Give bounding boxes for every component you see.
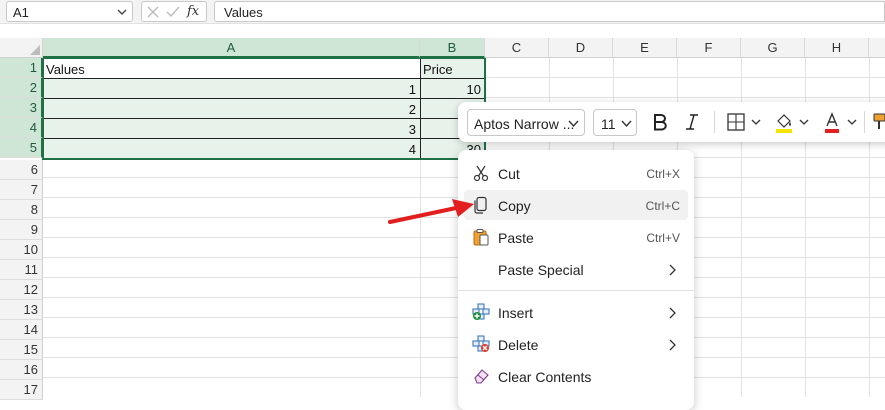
font-name-dropdown[interactable]: Aptos Narrow ... <box>467 109 585 136</box>
font-size-value: 11 <box>601 116 616 132</box>
menu-label: Delete <box>498 337 539 353</box>
menu-label: Cut <box>498 166 520 182</box>
name-box[interactable]: A1 <box>6 1 133 22</box>
menu-item-clear-contents[interactable]: Clear Contents <box>464 361 688 391</box>
row-header-17[interactable]: 17 <box>0 380 43 400</box>
select-all-triangle-icon <box>30 45 40 55</box>
eraser-icon <box>474 369 489 384</box>
row-header-11[interactable]: 11 <box>0 260 43 280</box>
name-box-value: A1 <box>13 5 29 20</box>
menu-label: Clear Contents <box>498 369 592 385</box>
row-header-14[interactable]: 14 <box>0 320 43 340</box>
row-header-7[interactable]: 7 <box>0 180 43 200</box>
chevron-down-icon[interactable] <box>750 110 762 134</box>
chevron-right-icon <box>669 339 676 351</box>
formula-bar: A1 fx Values <box>0 0 885 24</box>
formula-value: Values <box>224 5 263 20</box>
row-header-5[interactable]: 5 <box>0 138 43 158</box>
menu-item-paste-special[interactable]: Paste Special <box>464 254 688 284</box>
selection-border <box>42 57 486 160</box>
menu-shortcut: Ctrl+V <box>646 231 680 245</box>
chevron-down-icon[interactable] <box>798 110 810 134</box>
menu-item-copy[interactable]: Copy Ctrl+C <box>464 190 688 220</box>
italic-icon[interactable] <box>682 110 702 134</box>
menu-shortcut: Ctrl+C <box>645 199 680 213</box>
row-header-9[interactable]: 9 <box>0 220 43 240</box>
menu-label: Insert <box>498 305 534 321</box>
row-header-12[interactable]: 12 <box>0 280 43 300</box>
row-header-16[interactable]: 16 <box>0 360 43 380</box>
row-header-8[interactable]: 8 <box>0 200 43 220</box>
row-header-6[interactable]: 6 <box>0 160 43 180</box>
menu-item-cut[interactable]: Cut Ctrl+X <box>464 158 688 188</box>
context-menu: Cut Ctrl+X Copy Ctrl+C Paste Ctrl+V Past… <box>458 150 694 410</box>
chevron-down-icon[interactable] <box>846 110 858 134</box>
menu-shortcut: Ctrl+X <box>646 167 680 181</box>
column-header-h[interactable]: H <box>805 38 869 58</box>
menu-item-paste[interactable]: Paste Ctrl+V <box>464 222 688 252</box>
column-header-d[interactable]: D <box>549 38 613 58</box>
menu-item-delete[interactable]: Delete <box>464 329 688 359</box>
row-header-10[interactable]: 10 <box>0 240 43 260</box>
annotation-arrow-icon <box>388 199 474 224</box>
insert-function-button[interactable]: fx <box>187 4 199 19</box>
insert-cells-icon <box>472 303 490 320</box>
fill-color-icon[interactable] <box>774 110 794 134</box>
row-header-2[interactable]: 2 <box>0 78 43 98</box>
enter-icon[interactable] <box>166 5 180 19</box>
bold-icon[interactable] <box>650 110 670 134</box>
menu-label: Copy <box>498 198 531 214</box>
formula-buttons: fx <box>141 1 207 22</box>
font-size-dropdown[interactable]: 11 <box>593 109 637 136</box>
column-header-a[interactable]: A <box>43 38 420 58</box>
menu-label: Paste <box>498 230 534 246</box>
select-all-button[interactable] <box>0 38 43 58</box>
row-header-15[interactable]: 15 <box>0 340 43 360</box>
column-header-f[interactable]: F <box>677 38 741 58</box>
chevron-down-icon <box>117 9 127 15</box>
row-header-3[interactable]: 3 <box>0 98 43 118</box>
scissors-icon <box>473 165 489 182</box>
column-header-b[interactable]: B <box>420 38 485 58</box>
column-header-i[interactable] <box>869 38 885 58</box>
column-header-e[interactable]: E <box>613 38 677 58</box>
row-header-1[interactable]: 1 <box>0 58 43 78</box>
delete-cells-icon <box>472 335 490 352</box>
menu-item-insert[interactable]: Insert <box>464 297 688 327</box>
borders-icon[interactable] <box>726 110 746 134</box>
font-color-icon[interactable] <box>822 110 842 134</box>
mini-toolbar: Aptos Narrow ... 11 <box>458 102 885 142</box>
font-name-value: Aptos Narrow ... <box>474 116 575 132</box>
menu-label: Paste Special <box>498 262 584 278</box>
row-header-4[interactable]: 4 <box>0 118 43 138</box>
chevron-right-icon <box>669 307 676 319</box>
chevron-down-icon <box>621 120 632 128</box>
chevron-right-icon <box>669 264 676 276</box>
column-header-g[interactable]: G <box>741 38 805 58</box>
formula-input[interactable]: Values <box>214 1 885 22</box>
clipboard-icon <box>473 229 489 246</box>
format-painter-icon[interactable] <box>872 110 885 134</box>
column-header-c[interactable]: C <box>485 38 549 58</box>
row-header-13[interactable]: 13 <box>0 300 43 320</box>
cancel-icon[interactable] <box>146 5 160 19</box>
chevron-down-icon <box>568 120 579 128</box>
